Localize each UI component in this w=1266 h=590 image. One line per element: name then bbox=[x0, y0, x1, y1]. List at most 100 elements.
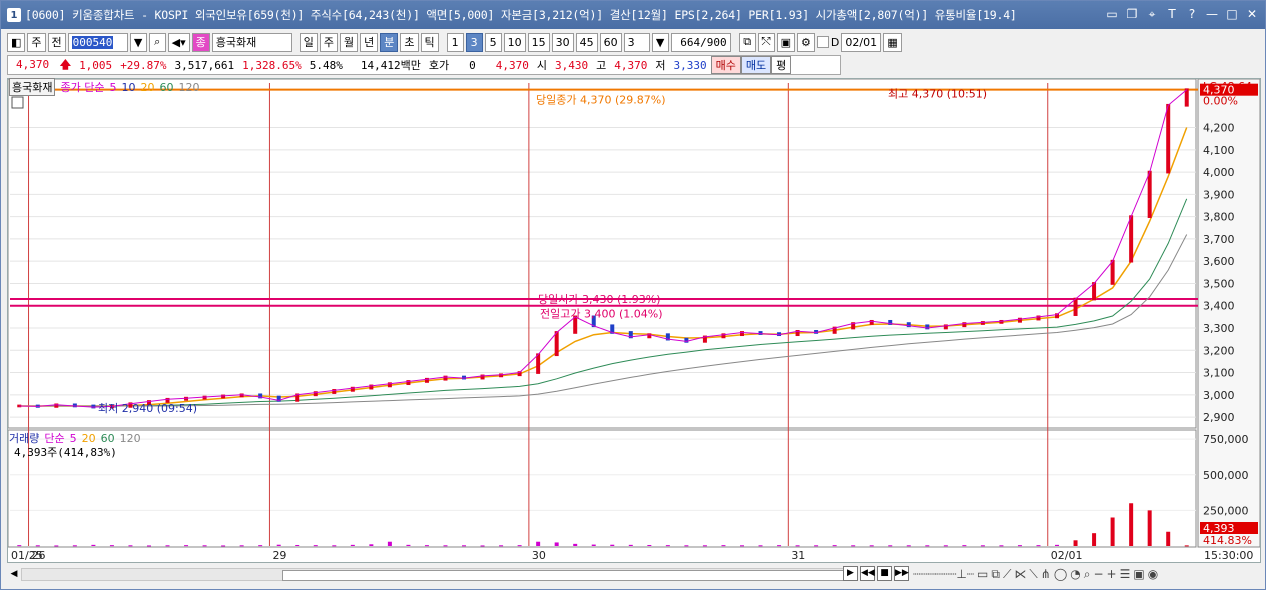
chart-type-icon[interactable]: ◧ bbox=[7, 32, 26, 52]
draw-copy-icon[interactable]: ⧉ bbox=[991, 567, 1000, 582]
legend-ma10: 10 bbox=[121, 80, 136, 94]
quote-bar: 4,370 🡅 1,005 +29.87% 3,517,661 1,328.65… bbox=[7, 55, 841, 75]
interval-1[interactable]: 1 bbox=[446, 32, 464, 52]
forward-icon[interactable]: ▶▶ bbox=[894, 566, 909, 581]
interval-10[interactable]: 10 bbox=[503, 32, 526, 52]
high-label: 고 bbox=[596, 59, 607, 72]
period-second[interactable]: 초 bbox=[400, 32, 419, 52]
circle-menu-icon[interactable]: ◉ bbox=[1148, 567, 1158, 582]
sell-button[interactable]: 매도 bbox=[740, 56, 772, 74]
legend-ma120: 120 bbox=[178, 80, 200, 94]
volume-bar bbox=[721, 545, 726, 547]
list-icon[interactable]: ☰ bbox=[1120, 567, 1131, 582]
y-tick-label: 3,000 bbox=[1203, 389, 1235, 402]
scroll-left-icon[interactable]: ◀ bbox=[7, 567, 21, 582]
search-icon[interactable]: ⌕ bbox=[148, 32, 166, 52]
code-dropdown-icon[interactable]: ▼ bbox=[129, 32, 147, 52]
scroll-track[interactable] bbox=[21, 568, 857, 581]
price-legend: 흥국화재 종가 단순 5 10 20 60 120 bbox=[9, 78, 200, 96]
crosshair-icon[interactable]: ⤲ bbox=[757, 32, 775, 52]
date-checkbox[interactable] bbox=[816, 36, 829, 48]
date-input[interactable]: 02/01 bbox=[841, 32, 882, 52]
volume-bar bbox=[925, 545, 930, 547]
hoga-label: 호가 bbox=[428, 59, 450, 72]
draw-trend-icon[interactable]: ⟍ bbox=[1029, 567, 1037, 582]
plus-icon[interactable]: + bbox=[1107, 567, 1117, 582]
stop-icon[interactable]: ■ bbox=[877, 566, 892, 581]
app-window: 1 [0600] 키움종합차트 - KOSPI 외국인보유[659(천)] 주식… bbox=[0, 0, 1266, 590]
volume-bar bbox=[906, 545, 911, 547]
interval-dropdown-icon[interactable]: ▼ bbox=[651, 32, 669, 52]
volume-bar bbox=[17, 545, 22, 547]
draw-rect-icon[interactable]: ▭ bbox=[977, 567, 988, 582]
price-candle bbox=[684, 337, 689, 343]
pct-badge: 0.00% bbox=[1203, 95, 1238, 108]
high-annotation: 최고 4,370 (10:51) bbox=[888, 88, 987, 101]
indicator-icon[interactable]: ⧉ bbox=[738, 32, 756, 52]
draw-line-icon[interactable]: ⟋ bbox=[1003, 567, 1011, 582]
speaker-icon[interactable]: ◀▾ bbox=[167, 32, 190, 52]
stock-code-input[interactable]: 000540 bbox=[67, 32, 128, 52]
period-month[interactable]: 월 bbox=[340, 32, 359, 52]
interval-3[interactable]: 3 bbox=[465, 32, 483, 52]
image-icon[interactable]: ▣ bbox=[1133, 567, 1144, 582]
minus-icon[interactable]: − bbox=[1093, 567, 1103, 582]
volume-bar bbox=[146, 545, 151, 547]
chart-area[interactable]: 2,900 3,000 3,100 3,200 3,300 3,400 3,500 3,600… bbox=[7, 78, 1261, 563]
minimize-icon[interactable]: — bbox=[1205, 7, 1219, 21]
chart-scrollbar[interactable]: ◀ ▶ ◀◀ ■ ▶▶ ┈┈┈┈┈┈⊥┈ ▭ ⧉ ⟋ ⋉ ⟍ ⋔ ◯ ◔ ⌕ −… bbox=[7, 566, 1261, 583]
settings-icon[interactable]: ⚙ bbox=[797, 32, 815, 52]
pin-icon[interactable]: ⌖ bbox=[1145, 7, 1159, 21]
zoom-slider[interactable]: ┈┈┈┈┈┈⊥┈ bbox=[913, 567, 974, 582]
volume-bar bbox=[1073, 540, 1078, 546]
restore-icon[interactable]: ❐ bbox=[1125, 7, 1139, 21]
price-candle bbox=[1147, 170, 1152, 218]
maximize-icon[interactable]: □ bbox=[1225, 7, 1239, 21]
save-icon[interactable]: ▣ bbox=[776, 32, 796, 52]
price-candle bbox=[443, 375, 448, 381]
price-candle bbox=[980, 321, 985, 325]
period-year[interactable]: 년 bbox=[360, 32, 379, 52]
legend-stock-name[interactable]: 흥국화재 bbox=[9, 78, 56, 96]
scroll-thumb[interactable] bbox=[282, 570, 857, 581]
interval-15[interactable]: 15 bbox=[527, 32, 550, 52]
help-icon[interactable]: ? bbox=[1185, 7, 1199, 21]
draw-cycle-icon[interactable]: ◔ bbox=[1070, 567, 1080, 582]
volume-bar bbox=[795, 545, 800, 547]
up-arrow-icon: 🡅 bbox=[59, 57, 72, 71]
volume-bar bbox=[1147, 510, 1152, 546]
draw-circle-icon[interactable]: ◯ bbox=[1054, 567, 1067, 582]
draw-fan-icon[interactable]: ⋔ bbox=[1041, 567, 1051, 582]
close-icon[interactable]: ✕ bbox=[1245, 7, 1259, 21]
interval-input[interactable]: 3 bbox=[623, 32, 650, 52]
price-candle bbox=[91, 404, 96, 409]
play-icon[interactable]: ▶ bbox=[843, 566, 858, 581]
volume-bar bbox=[350, 544, 355, 546]
zoom-in-icon[interactable]: ⌕ bbox=[1084, 567, 1091, 582]
volume-bar bbox=[499, 545, 504, 547]
period-day[interactable]: 일 bbox=[299, 32, 318, 52]
volume-bar bbox=[295, 545, 300, 547]
interval-45[interactable]: 45 bbox=[575, 32, 598, 52]
interval-5[interactable]: 5 bbox=[484, 32, 502, 52]
price-chart[interactable]: 2,900 3,000 3,100 3,200 3,300 3,400 3,500 3,600… bbox=[7, 78, 1261, 562]
draw-fib-icon[interactable]: ⋉ bbox=[1014, 567, 1026, 582]
font-icon[interactable]: T bbox=[1165, 7, 1179, 21]
period-minute[interactable]: 분 bbox=[380, 32, 399, 52]
interval-30[interactable]: 30 bbox=[551, 32, 574, 52]
calendar-icon[interactable]: ▦ bbox=[883, 32, 902, 52]
stock-name-field[interactable]: 흥국화재 bbox=[211, 32, 292, 52]
x-date-label: 31 bbox=[791, 549, 805, 562]
period-week[interactable]: 주 bbox=[319, 32, 339, 52]
avg-button[interactable]: 평 bbox=[771, 56, 792, 74]
turnover: 5.48% bbox=[309, 58, 343, 72]
prev-button[interactable]: 전 bbox=[47, 32, 66, 52]
period-tick[interactable]: 틱 bbox=[420, 32, 439, 52]
rewind-icon[interactable]: ◀◀ bbox=[860, 566, 875, 581]
layout-icon[interactable]: ▭ bbox=[1105, 7, 1119, 21]
price-candle bbox=[1129, 215, 1134, 263]
market-button[interactable]: 주 bbox=[27, 32, 46, 52]
count-input[interactable]: 664/900 bbox=[670, 32, 731, 52]
interval-60[interactable]: 60 bbox=[599, 32, 622, 52]
buy-button[interactable]: 매수 bbox=[710, 56, 741, 74]
